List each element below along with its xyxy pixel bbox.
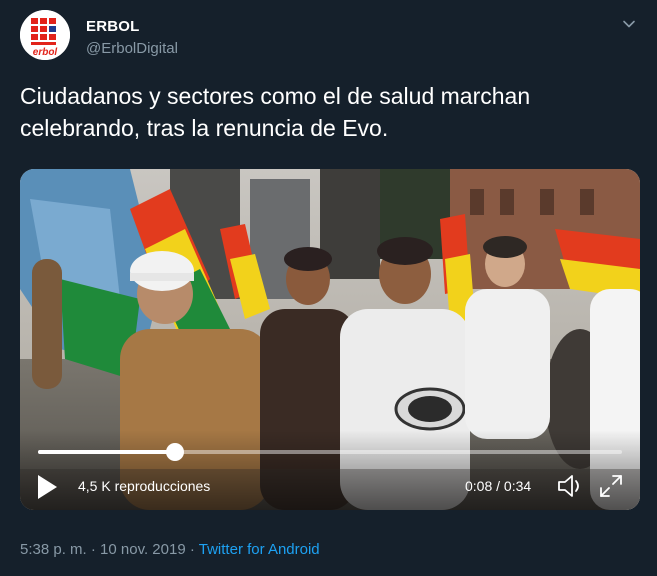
- tweet-time[interactable]: 5:38 p. m.: [20, 541, 87, 558]
- avatar[interactable]: erbol: [20, 10, 70, 60]
- play-button[interactable]: [34, 472, 60, 502]
- play-icon: [38, 475, 57, 499]
- tweet-metadata: 5:38 p. m. · 10 nov. 2019 · Twitter for …: [20, 541, 320, 558]
- user-handle[interactable]: @ErbolDigital: [86, 40, 178, 57]
- video-player[interactable]: 4,5 K reproducciones 0:08 / 0:34: [20, 169, 640, 510]
- tweet-date[interactable]: 10 nov. 2019: [100, 541, 186, 558]
- meta-separator: ·: [189, 541, 195, 558]
- tweet-card: erbol ERBOL @ErbolDigital Ciudadanos y s…: [0, 0, 657, 576]
- progress-bar[interactable]: [38, 443, 622, 461]
- volume-button[interactable]: [556, 472, 586, 500]
- meta-separator: ·: [90, 541, 96, 558]
- progress-fill: [38, 450, 176, 454]
- controls-overlay: [20, 430, 640, 510]
- svg-text:erbol: erbol: [33, 47, 58, 58]
- fullscreen-button[interactable]: [598, 473, 624, 499]
- volume-icon: [558, 475, 579, 497]
- tweet-source-link[interactable]: Twitter for Android: [199, 541, 320, 558]
- more-options-button[interactable]: [619, 14, 639, 34]
- erbol-logo: erbol: [20, 10, 70, 60]
- view-count: 4,5 K reproducciones: [78, 478, 211, 494]
- fullscreen-icon: [600, 475, 622, 497]
- display-name[interactable]: ERBOL: [86, 18, 140, 35]
- chevron-down-icon: [623, 20, 635, 28]
- tweet-text: Ciudadanos y sectores como el de salud m…: [20, 83, 531, 141]
- video-time: 0:08 / 0:34: [465, 478, 532, 494]
